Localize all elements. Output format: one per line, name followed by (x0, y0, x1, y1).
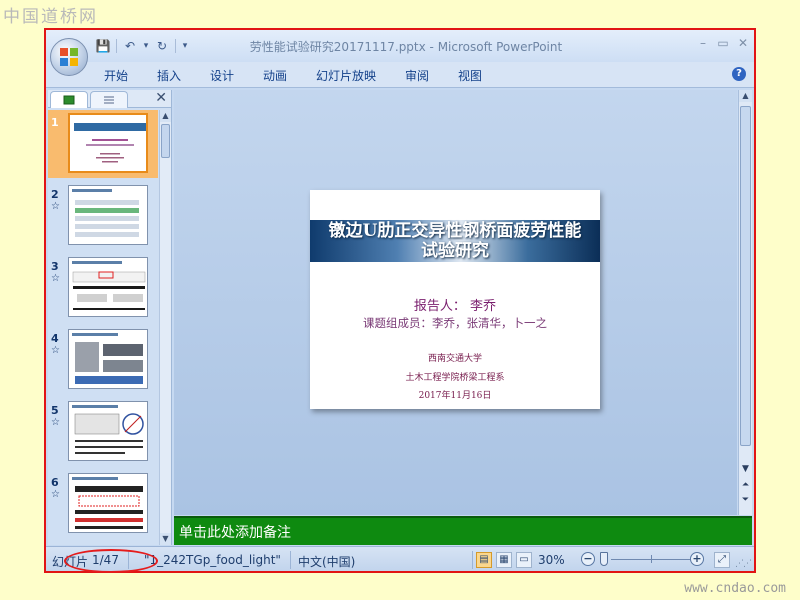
next-slide-icon[interactable]: ⏷ (739, 493, 752, 507)
slide-number: 4 (51, 332, 59, 345)
thumbnail-list: 1 2 ☆ 3 ☆ 4 ☆ 5 ☆ 6 ☆ (48, 110, 158, 545)
tab-review[interactable]: 审阅 (405, 67, 429, 84)
save-icon[interactable]: 💾 (94, 37, 112, 55)
slides-tab-icon (63, 95, 75, 105)
ribbon-tabs: 开始 插入 设计 动画 幻灯片放映 审阅 视图 ? (46, 62, 754, 88)
slide-reporter[interactable]: 报告人： 李乔 (310, 295, 600, 314)
zoom-level[interactable]: 30% (538, 553, 565, 567)
status-separator (472, 551, 473, 569)
slide-members[interactable]: 课题组成员：李乔，张清华，卜一之 (310, 315, 600, 331)
undo-dropdown-icon[interactable]: ▾ (141, 37, 151, 55)
current-slide[interactable]: 镦边U肋正交异性钢桥面疲劳性能 试验研究 报告人： 李乔 课题组成员：李乔，张清… (310, 190, 600, 409)
tab-insert[interactable]: 插入 (157, 67, 181, 84)
tab-design[interactable]: 设计 (210, 67, 234, 84)
customize-qat-icon[interactable]: ▾ (180, 37, 190, 55)
previous-slide-icon[interactable]: ⏶ (739, 478, 752, 492)
slide-preview (68, 257, 148, 317)
watermark-site-name: 中国道桥网 (3, 7, 98, 27)
zoom-slider-center-mark (651, 555, 652, 563)
office-logo-icon (60, 48, 78, 66)
status-separator (290, 551, 291, 569)
normal-view-icon[interactable]: ▤ (476, 552, 492, 568)
slide-title[interactable]: 镦边U肋正交异性钢桥面疲劳性能 试验研究 (310, 220, 600, 261)
slide-thumbnail-5[interactable]: 5 ☆ (48, 398, 158, 466)
scroll-down-icon[interactable]: ▼ (739, 462, 752, 476)
scroll-up-icon[interactable]: ▲ (160, 110, 171, 122)
slide-preview (68, 473, 148, 533)
tab-slides[interactable] (50, 91, 88, 108)
animation-star-icon: ☆ (51, 489, 60, 500)
slide-thumbnail-6[interactable]: 6 ☆ (48, 470, 158, 538)
slide-area-scrollbar[interactable]: ▲ ▼ ⏶ ⏷ (738, 90, 752, 515)
watermark-url: www.cndao.com (684, 581, 786, 596)
maximize-button[interactable]: ▭ (716, 35, 730, 51)
slideshow-view-icon[interactable]: ▭ (516, 552, 532, 568)
close-pane-icon[interactable]: ✕ (155, 90, 167, 106)
slide-date[interactable]: 2017年11月16日 (310, 388, 600, 401)
slide-preview (68, 113, 148, 173)
tab-slideshow[interactable]: 幻灯片放映 (316, 67, 376, 84)
slide-preview (68, 185, 148, 245)
zoom-out-icon[interactable]: − (581, 552, 595, 566)
tab-home[interactable]: 开始 (104, 67, 128, 84)
scroll-down-icon[interactable]: ▼ (160, 533, 171, 545)
zoom-in-icon[interactable]: + (690, 552, 704, 566)
resize-grip-icon[interactable]: ⋰⋰ (735, 559, 752, 569)
slide-thumbnail-4[interactable]: 4 ☆ (48, 326, 158, 394)
tab-view[interactable]: 视图 (458, 67, 482, 84)
slide-title-line-2: 试验研究 (421, 241, 489, 261)
language-indicator[interactable]: 中文(中国) (298, 553, 355, 570)
minimize-button[interactable]: – (696, 35, 710, 51)
redo-icon[interactable]: ↻ (153, 37, 171, 55)
theme-name: "1_242TGp_food_light" (144, 553, 281, 567)
office-button[interactable] (50, 38, 88, 76)
notes-pane[interactable]: 单击此处添加备注 (174, 516, 752, 545)
notes-placeholder[interactable]: 单击此处添加备注 (179, 522, 291, 542)
qat-separator (116, 39, 117, 53)
window-title: 劳性能试验研究20171117.pptx - Microsoft PowerPo… (249, 40, 563, 54)
slide-department[interactable]: 土木工程学院桥梁工程系 (310, 370, 600, 383)
fit-to-window-icon[interactable]: ⤢ (714, 552, 730, 568)
slide-thumbnail-2[interactable]: 2 ☆ (48, 182, 158, 250)
title-bar: 💾 ↶ ▾ ↻ ▾ 劳性能试验研究20171117.pptx - Microso… (46, 30, 754, 62)
zoom-slider-track[interactable] (611, 559, 693, 560)
quick-access-toolbar: 💾 ↶ ▾ ↻ ▾ (94, 36, 190, 56)
undo-icon[interactable]: ↶ (121, 37, 139, 55)
slide-preview (68, 401, 148, 461)
slide-number: 1 (51, 116, 59, 129)
window-controls: – ▭ ✕ (696, 35, 750, 51)
animation-star-icon: ☆ (51, 417, 60, 428)
close-button[interactable]: ✕ (736, 35, 750, 51)
help-icon[interactable]: ? (732, 67, 746, 81)
slides-pane-scrollbar[interactable]: ▲ ▼ (159, 110, 171, 545)
scrollbar-thumb[interactable] (161, 124, 170, 158)
zoom-slider-handle[interactable] (600, 552, 608, 566)
scroll-up-icon[interactable]: ▲ (739, 90, 752, 102)
slide-position-highlight (64, 549, 158, 573)
slide-number: 3 (51, 260, 59, 273)
slide-number: 6 (51, 476, 59, 489)
slide-number: 2 (51, 188, 59, 201)
animation-star-icon: ☆ (51, 273, 60, 284)
tab-outline[interactable] (90, 91, 128, 108)
slide-editing-area: 镦边U肋正交异性钢桥面疲劳性能 试验研究 报告人： 李乔 课题组成员：李乔，张清… (174, 90, 737, 515)
slide-preview (68, 329, 148, 389)
slide-number: 5 (51, 404, 59, 417)
slides-pane: ✕ 1 2 ☆ 3 ☆ 4 ☆ 5 ☆ 6 ☆ ▲ ▼ (48, 90, 172, 545)
qat-separator (175, 39, 176, 53)
slide-thumbnail-3[interactable]: 3 ☆ (48, 254, 158, 322)
slide-title-line-1: 镦边U肋正交异性钢桥面疲劳性能 (328, 221, 582, 241)
slide-university[interactable]: 西南交通大学 (310, 351, 600, 364)
scrollbar-thumb[interactable] (740, 106, 751, 446)
animation-star-icon: ☆ (51, 345, 60, 356)
slide-thumbnail-1[interactable]: 1 (48, 110, 158, 178)
animation-star-icon: ☆ (51, 201, 60, 212)
tab-animations[interactable]: 动画 (263, 67, 287, 84)
pane-tabs: ✕ (48, 90, 171, 108)
powerpoint-window: 💾 ↶ ▾ ↻ ▾ 劳性能试验研究20171117.pptx - Microso… (44, 28, 756, 573)
slide-sorter-view-icon[interactable]: ▦ (496, 552, 512, 568)
outline-tab-icon (104, 96, 114, 104)
